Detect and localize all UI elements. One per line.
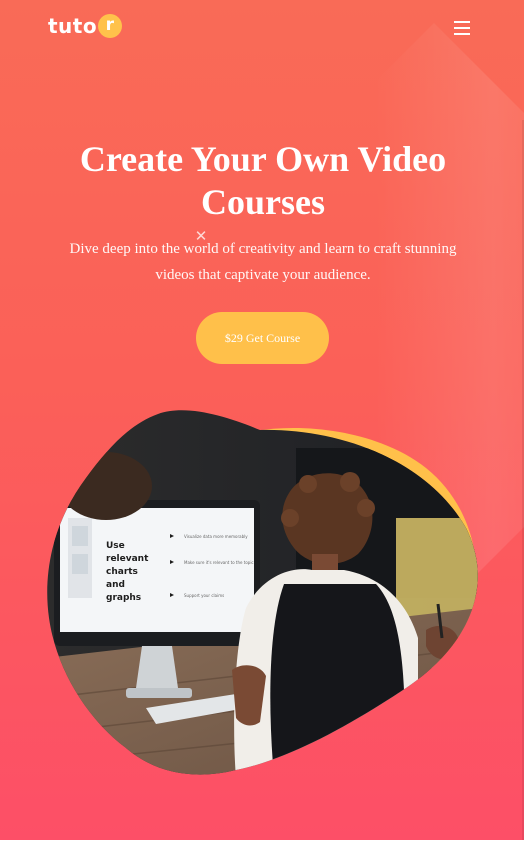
menu-bar [454, 21, 470, 23]
menu-bar [454, 27, 470, 29]
screen-heading-line-3: charts [106, 567, 138, 577]
logo[interactable]: tuto r [48, 14, 123, 38]
logo-dot: r [98, 14, 123, 38]
page-title: Create Your Own Video Courses [79, 139, 447, 222]
logo-text: tuto [48, 14, 98, 38]
screen-heading-line-2: relevant [106, 554, 149, 564]
hero-image-svg: Use relevant charts and graphs Visualize… [47, 410, 478, 775]
menu-bar [454, 33, 470, 35]
screen-heading-line-5: graphs [106, 593, 141, 603]
screen-bullet-1: Visualize data more memorably [184, 534, 248, 539]
hero-section: tuto r Create Your Own Video Courses Dive… [0, 0, 524, 840]
hero-subtitle: Dive deep into the world of creativity a… [69, 241, 457, 283]
get-course-button[interactable]: $29 Get Course [196, 312, 329, 364]
hamburger-menu-icon[interactable] [454, 21, 470, 35]
close-icon[interactable]: ✕ [194, 228, 208, 244]
screen-bullet-3: Support your claims [184, 593, 224, 598]
screen-heading-line-4: and [106, 580, 125, 590]
screen-heading-line-1: Use [106, 541, 125, 551]
hero-image: Use relevant charts and graphs Visualize… [46, 408, 480, 778]
screen-bullet-2: Make sure it's relevant to the topic [184, 560, 254, 565]
edge-shade [522, 120, 524, 840]
